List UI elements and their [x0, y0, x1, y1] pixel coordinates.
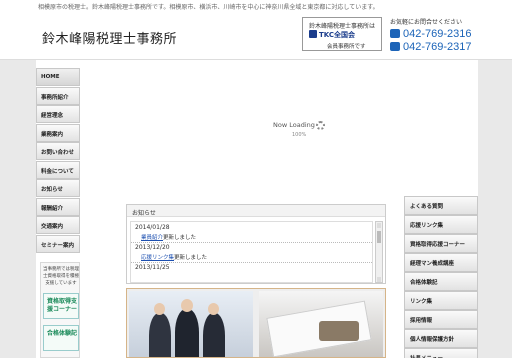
tkc-logo-icon — [309, 30, 317, 38]
news-panel: お知らせ 2014/01/28 業員紹介更新しました 2013/12/20 応援… — [126, 204, 386, 284]
news-date: 2013/12/20 — [135, 244, 170, 251]
nav-staff[interactable]: 報酬紹介 — [36, 197, 80, 216]
news-entry-text: 更新しました — [163, 235, 197, 241]
person-shape — [203, 313, 225, 357]
photo-strip — [126, 288, 386, 358]
phone-number-1-text: 042-769-2316 — [403, 28, 472, 40]
news-link[interactable]: 業員紹介 — [141, 235, 163, 241]
news-title: お知らせ — [127, 205, 385, 217]
contact-box: お気軽にお問合せください 042-769-2316 042-769-2317 — [390, 17, 480, 55]
news-divider — [131, 242, 372, 243]
fax-icon — [390, 42, 400, 51]
nav-office-intro[interactable]: 事務所紹介 — [36, 86, 80, 105]
nav-links[interactable]: リンク集 — [404, 291, 478, 310]
success-stories-banner[interactable]: 合格体験記 — [43, 325, 79, 351]
nav-faq[interactable]: よくある質問 — [404, 196, 478, 215]
news-divider — [131, 262, 372, 263]
nav-access[interactable]: 交通案内 — [36, 216, 80, 234]
nav-fees[interactable]: 料金について — [36, 160, 80, 179]
news-entry-text: 更新しました — [174, 255, 208, 261]
office-photo — [259, 291, 383, 357]
phone-number-1[interactable]: 042-769-2316 — [390, 28, 472, 40]
tagline: 相模原市の税理士。鈴木峰陽税理士事務所です。相模原市、横浜市、川崎市を中心に神奈… — [38, 4, 379, 11]
tkc-line1: 鈴木峰陽税理士事務所は — [309, 23, 376, 30]
left-nav: HOME 事務所紹介 経営理念 業務案内 お問い合わせ 料金について お知らせ … — [36, 68, 80, 253]
site-logo[interactable]: 鈴木峰陽税理士事務所 — [42, 28, 177, 47]
hand-shape — [319, 321, 359, 341]
face-shape — [181, 299, 193, 312]
page: 相模原市の税理士。鈴木峰陽税理士事務所です。相模原市、横浜市、川崎市を中心に神奈… — [0, 0, 512, 358]
contact-title: お気軽にお問合せください — [390, 19, 463, 26]
scroll-up-icon[interactable] — [377, 223, 381, 228]
nav-news[interactable]: お知らせ — [36, 179, 80, 197]
support-text: 当事務所では税理士資格取得を積極支援しています — [43, 267, 79, 286]
nav-accounting-course[interactable]: 経理マン養成講座 — [404, 253, 478, 272]
phone-icon — [390, 29, 400, 38]
news-link[interactable]: 応援リンク集 — [141, 255, 174, 261]
news-list[interactable]: 2014/01/28 業員紹介更新しました 2013/12/20 応援リンク集更… — [130, 221, 373, 283]
nav-president-menu[interactable]: 社長メニュー — [404, 348, 478, 358]
tkc-line2: TKC全国会 — [319, 31, 356, 39]
loading-percent: 100% — [292, 132, 307, 138]
nav-support-links[interactable]: 応援リンク集 — [404, 215, 478, 234]
right-nav: よくある質問 応援リンク集 資格取得応援コーナー 経理マン養成講座 合格体験記 … — [404, 196, 478, 358]
phone-number-2-text: 042-769-2317 — [403, 41, 472, 53]
news-entry: 応援リンク集更新しました — [141, 253, 207, 261]
nav-philosophy[interactable]: 経営理念 — [36, 105, 80, 123]
nav-recruit[interactable]: 採用情報 — [404, 310, 478, 329]
news-entry: 業員紹介更新しました — [141, 233, 196, 241]
news-date: 2014/01/28 — [135, 224, 170, 231]
tkc-line3: 会員事務所です — [327, 44, 366, 50]
face-shape — [154, 303, 165, 315]
staff-photo — [129, 291, 253, 357]
top-tagline-bar: 相模原市の税理士。鈴木峰陽税理士事務所です。相模原市、横浜市、川崎市を中心に神奈… — [0, 0, 512, 12]
face-shape — [208, 303, 219, 315]
nav-qualification-corner[interactable]: 資格取得応援コーナー — [404, 234, 478, 253]
scroll-thumb[interactable] — [377, 231, 381, 243]
site-header: 鈴木峰陽税理士事務所 鈴木峰陽税理士事務所は TKC全国会 会員事務所です お気… — [0, 12, 512, 60]
person-shape — [175, 309, 199, 357]
scroll-down-icon[interactable] — [377, 277, 381, 282]
person-shape — [149, 313, 171, 357]
nav-success-stories[interactable]: 合格体験記 — [404, 272, 478, 291]
nav-seminar[interactable]: セミナー案内 — [36, 234, 80, 253]
nav-services[interactable]: 業務案内 — [36, 123, 80, 142]
qualification-support-box: 当事務所では税理士資格取得を積極支援しています 資格取得支援コーナー 合格体験記 — [40, 262, 80, 358]
nav-home[interactable]: HOME — [36, 68, 80, 86]
news-scrollbar[interactable] — [375, 221, 383, 283]
loading-spinner-icon — [316, 121, 325, 130]
qualification-support-banner[interactable]: 資格取得支援コーナー — [43, 293, 79, 319]
loading-text: Now Loading — [273, 121, 315, 129]
nav-contact[interactable]: お問い合わせ — [36, 142, 80, 160]
tkc-badge[interactable]: 鈴木峰陽税理士事務所は TKC全国会 会員事務所です — [302, 17, 382, 51]
news-date: 2013/11/25 — [135, 264, 170, 271]
phone-number-2[interactable]: 042-769-2317 — [390, 41, 472, 53]
nav-privacy[interactable]: 個人情報保護方針 — [404, 329, 478, 348]
